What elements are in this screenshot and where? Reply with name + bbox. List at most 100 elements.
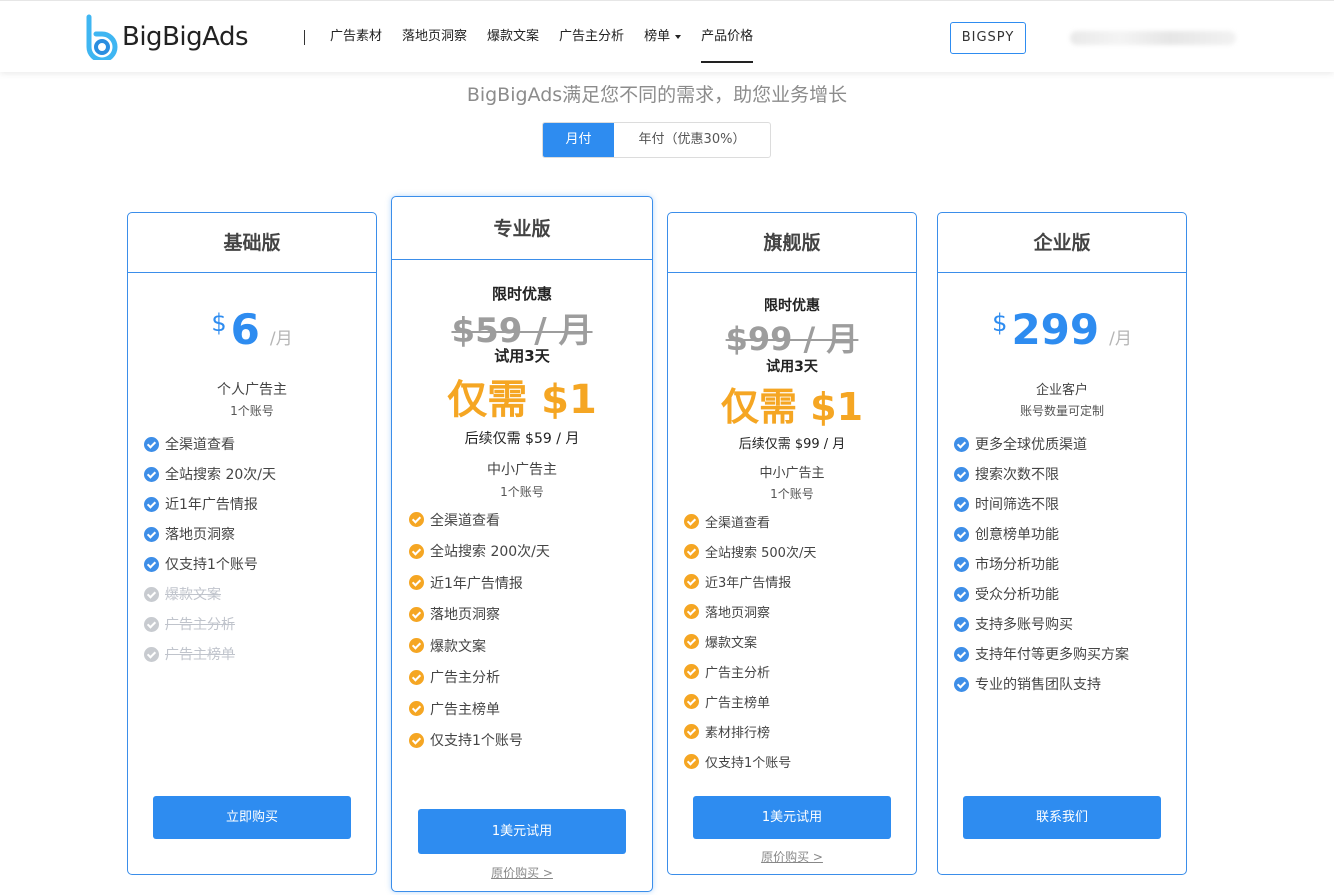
plan-title: 旗舰版 xyxy=(668,213,916,273)
feature-text: 支持年付等更多购买方案 xyxy=(975,647,1129,663)
trial-button[interactable]: 1美元试用 xyxy=(418,809,626,854)
original-price-buy-link[interactable]: 原价购买 > xyxy=(668,848,916,865)
trial-button[interactable]: 1美元试用 xyxy=(693,796,891,839)
plan-title: 专业版 xyxy=(392,197,652,260)
list-item: 近3年广告情报 xyxy=(684,566,816,596)
nav-item-landing-page[interactable]: 落地页洞察 xyxy=(402,1,467,73)
buy-now-button[interactable]: 立即购买 xyxy=(153,796,351,839)
feature-text: 搜索次数不限 xyxy=(975,467,1059,483)
promo-price: 仅需 $1 xyxy=(720,385,864,429)
check-circle-icon xyxy=(144,466,159,482)
check-circle-icon xyxy=(144,496,159,512)
nav-item-advertiser-analysis[interactable]: 广告主分析 xyxy=(559,1,624,73)
price-value: 299 xyxy=(1011,305,1100,354)
feature-text: 广告主榜单 xyxy=(705,695,771,711)
renewal-price: 后续仅需 $59 / 月 xyxy=(464,431,580,447)
feature-text: 专业的销售团队支持 xyxy=(975,677,1101,693)
check-circle-icon xyxy=(684,543,699,559)
feature-text: 广告主榜单 xyxy=(165,647,235,663)
check-circle-icon xyxy=(684,663,699,679)
feature-text: 仅支持1个账号 xyxy=(430,733,523,750)
list-item: 素材排行榜 xyxy=(684,716,816,746)
feature-text: 近1年广告情报 xyxy=(430,575,523,592)
check-circle-icon xyxy=(684,693,699,709)
check-circle-icon xyxy=(409,543,424,559)
check-circle-icon xyxy=(144,586,159,602)
promo-label: 限时优惠 xyxy=(764,298,820,314)
list-item: 广告主分析 xyxy=(409,662,550,694)
plan-audience: 企业客户 xyxy=(1035,383,1088,398)
feature-text: 落地页洞察 xyxy=(430,607,500,624)
list-item: 爆款文案 xyxy=(144,579,276,609)
check-circle-icon xyxy=(954,556,969,572)
feature-list: 全渠道查看 全站搜索 500次/天 近3年广告情报 落地页洞察 爆款文案 广告主… xyxy=(684,506,816,776)
list-item: 全站搜索 500次/天 xyxy=(684,536,816,566)
bigspy-button[interactable]: BIGSPY xyxy=(950,22,1026,54)
list-item: 仅支持1个账号 xyxy=(409,725,550,757)
feature-text: 全渠道查看 xyxy=(705,515,771,531)
nav-item-pricing[interactable]: 产品价格 xyxy=(701,1,754,73)
brand-logo[interactable]: BigBigAds xyxy=(84,13,249,63)
contact-us-button[interactable]: 联系我们 xyxy=(963,796,1161,839)
check-circle-icon xyxy=(409,701,424,717)
check-circle-icon xyxy=(954,526,969,542)
check-circle-icon xyxy=(684,633,699,649)
check-circle-icon xyxy=(684,603,699,619)
list-item: 仅支持1个账号 xyxy=(144,549,276,579)
check-circle-icon xyxy=(954,436,969,452)
list-item: 落地页洞察 xyxy=(409,599,550,631)
feature-text: 爆款文案 xyxy=(165,587,221,603)
plan-title: 基础版 xyxy=(128,213,376,273)
check-circle-icon xyxy=(409,669,424,685)
list-item: 时间筛选不限 xyxy=(954,489,1129,519)
plan-title: 企业版 xyxy=(938,213,1186,273)
price-period: /月 xyxy=(269,329,293,349)
price-period: /月 xyxy=(1109,329,1132,349)
plan-accounts: 账号数量可定制 xyxy=(1019,404,1104,418)
check-circle-icon xyxy=(954,676,969,692)
list-item: 广告主榜单 xyxy=(684,686,816,716)
check-circle-icon xyxy=(144,436,159,452)
list-item: 仅支持1个账号 xyxy=(684,746,816,776)
logo-text: BigBigAds xyxy=(122,22,249,52)
user-account-blurred[interactable] xyxy=(1070,31,1236,45)
renewal-price: 后续仅需 $99 / 月 xyxy=(738,437,846,452)
promo-label: 限时优惠 xyxy=(491,285,552,303)
plan-audience: 中小广告主 xyxy=(759,466,825,481)
plan-price: $299/月 xyxy=(938,305,1186,354)
feature-list: 全渠道查看 全站搜索 200次/天 近1年广告情报 落地页洞察 爆款文案 广告主… xyxy=(409,504,550,756)
feature-text: 仅支持1个账号 xyxy=(705,755,792,771)
check-circle-icon xyxy=(409,512,424,528)
feature-list: 更多全球优质渠道 搜索次数不限 时间筛选不限 创意榜单功能 市场分析功能 受众分… xyxy=(954,429,1129,699)
list-item: 全渠道查看 xyxy=(684,506,816,536)
feature-text: 支持多账号购买 xyxy=(975,617,1073,633)
plan-price: $6/月 xyxy=(128,305,376,354)
plan-audience: 个人广告主 xyxy=(217,382,287,398)
feature-text: 市场分析功能 xyxy=(975,557,1059,573)
check-circle-icon xyxy=(954,586,969,602)
check-circle-icon xyxy=(954,616,969,632)
plan-accounts: 1个账号 xyxy=(500,485,544,499)
list-item: 广告主分析 xyxy=(144,609,276,639)
billing-toggle: 月付 年付（优惠30%） xyxy=(542,122,771,158)
list-item: 创意榜单功能 xyxy=(954,519,1129,549)
trial-label: 试用3天 xyxy=(494,347,550,365)
feature-text: 爆款文案 xyxy=(430,638,486,655)
billing-monthly-option[interactable]: 月付 xyxy=(543,123,614,157)
check-circle-icon xyxy=(409,638,424,654)
nav-item-rankings-label: 榜单 xyxy=(644,29,671,44)
feature-text: 广告主分析 xyxy=(705,665,771,681)
chevron-down-icon xyxy=(675,34,682,39)
nav-item-ad-creatives[interactable]: 广告素材 xyxy=(330,1,382,73)
list-item: 广告主分析 xyxy=(684,656,816,686)
feature-text: 近3年广告情报 xyxy=(705,575,792,591)
feature-text: 近1年广告情报 xyxy=(165,497,258,513)
plan-accounts: 1个账号 xyxy=(230,404,274,418)
nav-item-viral-copy[interactable]: 爆款文案 xyxy=(487,1,539,73)
original-price-buy-link[interactable]: 原价购买 > xyxy=(392,864,652,881)
list-item: 全站搜索 200次/天 xyxy=(409,536,550,568)
billing-yearly-option[interactable]: 年付（优惠30%） xyxy=(614,123,770,157)
check-circle-icon xyxy=(144,646,159,662)
nav-item-rankings[interactable]: 榜单 xyxy=(644,1,682,73)
check-circle-icon xyxy=(409,732,424,748)
